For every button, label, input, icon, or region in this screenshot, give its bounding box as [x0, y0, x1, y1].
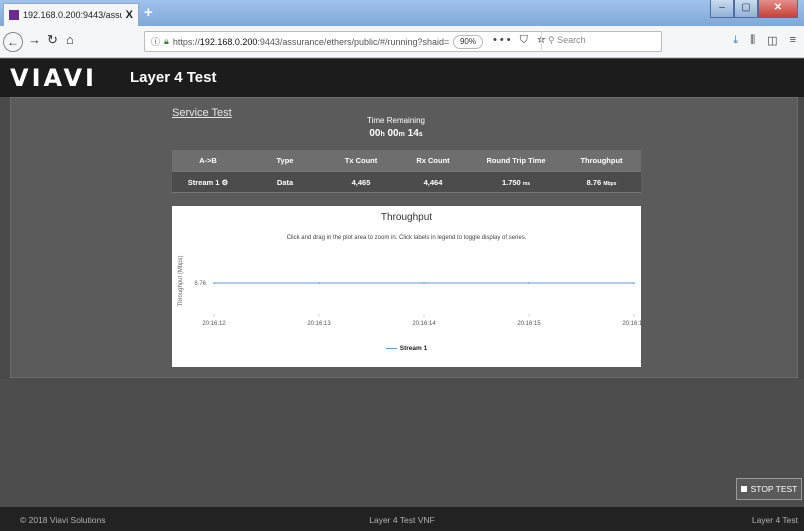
rtt-cell: 1.750 ms [501, 177, 531, 187]
column-header: Type [276, 156, 294, 165]
service-test-link[interactable]: Service Test [172, 107, 232, 119]
column-header: Throughput [580, 156, 623, 165]
footer: © 2018 Viavi Solutions Layer 4 Test VNF … [0, 507, 804, 531]
lock-icon[interactable]: 🔒︎ [164, 36, 169, 47]
data-point [213, 282, 215, 284]
time-remaining-value: 00h 00m 14s [369, 128, 423, 139]
table-row: Stream 1 ⚙ Data 4,465 4,464 1.750 ms 8.7… [172, 171, 641, 193]
reload-icon[interactable]: ↻ [47, 32, 58, 48]
window-controls: – ▢ ✕ [710, 0, 798, 18]
x-tick-label: 20:16:12 [202, 321, 226, 327]
data-point [318, 282, 320, 284]
window-close-button[interactable]: ✕ [758, 0, 798, 18]
viavi-logo: VIAVI [10, 64, 97, 92]
sidebar-icon[interactable]: ◫ [767, 34, 777, 47]
url-bar[interactable]: ⓘ 🔒︎ https://192.168.0.200:9443/assuranc… [144, 31, 662, 52]
y-tick-label: 8.76 [194, 281, 206, 287]
tx-count-cell: 4,465 [351, 177, 371, 187]
favicon-icon [9, 10, 19, 20]
maximize-button[interactable]: ▢ [734, 0, 758, 18]
data-point [423, 282, 425, 284]
stream-settings-icon[interactable]: ⚙ [222, 178, 229, 187]
stream-cell[interactable]: Stream 1 ⚙ [172, 178, 244, 187]
browser-tab-bar: 192.168.0.200:9443/assurance/e X + – ▢ ✕ [0, 0, 804, 26]
zoom-level-badge[interactable]: 90% [453, 35, 483, 49]
footer-center: Layer 4 Test VNF [369, 515, 435, 525]
throughput-cell: 8.76 Mbps [586, 177, 617, 187]
toolbar-icons: ⤓ ⫼ ◫ ≡ [733, 34, 796, 47]
forward-arrow-icon[interactable]: → [28, 32, 41, 47]
legend-swatch [385, 347, 397, 349]
table-header-row: A->B Type Tx Count Rx Count Round Trip T… [172, 150, 641, 171]
new-tab-button[interactable]: + [144, 4, 153, 21]
column-header: A->B [199, 156, 217, 165]
time-remaining-label: Time Remaining [367, 116, 425, 125]
stream-table: A->B Type Tx Count Rx Count Round Trip T… [172, 150, 641, 193]
page-title: Layer 4 Test [130, 69, 217, 86]
back-arrow-icon[interactable]: ← [3, 32, 23, 52]
column-header: Tx Count [344, 156, 378, 165]
column-header: Rx Count [416, 156, 450, 165]
search-icon: ⚲ [548, 35, 558, 45]
data-point [528, 282, 530, 284]
x-tick-label: 20:16:13 [307, 321, 331, 327]
minimize-button[interactable]: – [710, 0, 734, 18]
throughput-chart[interactable]: Throughput Click and drag in the plot ar… [172, 206, 641, 367]
rx-count-cell: 4,464 [423, 177, 443, 187]
tab-title: 192.168.0.200:9443/assurance/e [23, 10, 122, 20]
service-test-panel: Service Test Time Remaining 00h 00m 14s … [10, 97, 798, 378]
footer-right: Layer 4 Test [751, 515, 798, 525]
search-input[interactable]: ⚲ Search [541, 31, 663, 52]
legend-item-stream-1[interactable]: Stream 1 [400, 345, 427, 352]
library-icon[interactable]: ⫼ [750, 34, 755, 47]
lower-panel [0, 379, 804, 507]
browser-tab[interactable]: 192.168.0.200:9443/assurance/e X [3, 3, 139, 26]
x-tick-label: 20:16:14 [412, 321, 436, 327]
tab-close-icon[interactable]: X [126, 9, 133, 21]
info-icon[interactable]: ⓘ [151, 35, 160, 48]
chart-plot-area[interactable]: 8.76 20:16:12 20:16:13 20:16:14 20:16:15 20:1… [172, 206, 641, 367]
type-cell: Data [276, 177, 294, 187]
app-header: VIAVI Layer 4 Test [0, 59, 804, 97]
chart-legend[interactable]: Stream 1 [172, 345, 641, 352]
browser-nav-bar: ← → ↻ ⌂ ⓘ 🔒︎ https://192.168.0.200:9443/… [0, 26, 804, 58]
home-icon[interactable]: ⌂ [66, 32, 74, 47]
data-point [633, 282, 635, 284]
column-header: Round Trip Time [486, 156, 546, 165]
stop-icon [740, 486, 747, 492]
url-text[interactable]: https://192.168.0.200:9443/assurance/eth… [173, 37, 458, 47]
x-tick-label: 20:16:15 [517, 321, 541, 327]
menu-icon[interactable]: ≡ [790, 34, 796, 47]
stop-test-button[interactable]: STOP TEST [736, 478, 802, 500]
download-icon[interactable]: ⤓ [733, 34, 738, 47]
x-tick-label: 20:16:16 [622, 321, 641, 327]
